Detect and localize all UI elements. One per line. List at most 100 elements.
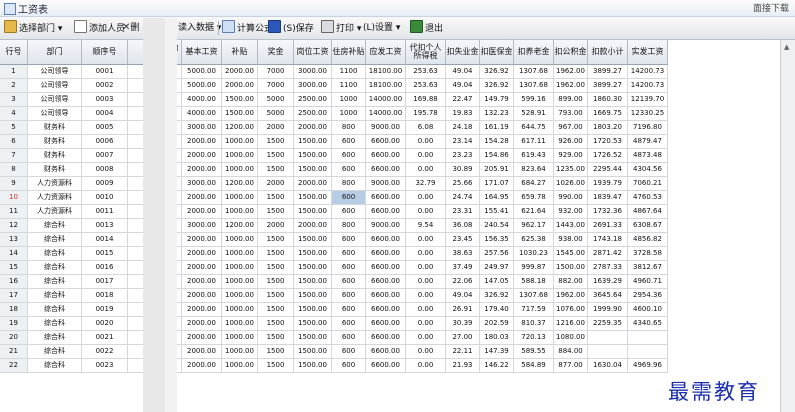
table-cell[interactable]: 1726.52 [588, 149, 628, 163]
table-cell[interactable]: 2000.00 [182, 191, 222, 205]
table-cell[interactable]: 600 [332, 303, 366, 317]
column-header[interactable]: 部门 [28, 40, 82, 65]
table-cell[interactable]: 684.27 [514, 177, 554, 191]
table-cell[interactable]: 195.78 [406, 107, 446, 121]
delete-button[interactable]: ✕删 [122, 20, 139, 36]
table-cell[interactable]: 1000.00 [222, 191, 258, 205]
table-cell[interactable]: 22.06 [446, 275, 480, 289]
table-cell[interactable]: 综合科 [28, 289, 82, 303]
table-cell[interactable]: 1500.00 [294, 163, 332, 177]
table-cell[interactable]: 6308.67 [628, 219, 668, 233]
table-cell[interactable]: 600 [332, 191, 366, 205]
column-header[interactable]: 实发工资 [628, 40, 668, 65]
table-cell[interactable]: 619.43 [514, 149, 554, 163]
table-cell[interactable]: 12139.70 [628, 93, 668, 107]
table-cell[interactable]: 1000.00 [222, 331, 258, 345]
table-cell[interactable]: 30.89 [446, 163, 480, 177]
table-cell[interactable]: 0.00 [406, 205, 446, 219]
table-cell[interactable]: 1500.00 [294, 233, 332, 247]
table-cell[interactable]: 综合科 [28, 275, 82, 289]
table-cell[interactable]: 14000.00 [366, 107, 406, 121]
table-cell[interactable]: 0.00 [406, 247, 446, 261]
column-header[interactable]: 扣养老金 [514, 40, 554, 65]
table-cell[interactable]: 21.93 [446, 359, 480, 373]
column-header[interactable]: 补贴 [222, 40, 258, 65]
table-cell[interactable]: 2000.00 [294, 177, 332, 191]
table-cell[interactable]: 926.00 [554, 135, 588, 149]
table-cell[interactable]: 23.23 [446, 149, 480, 163]
table-cell[interactable]: 1962.00 [554, 79, 588, 93]
table-cell[interactable]: 0.00 [406, 331, 446, 345]
table-cell[interactable]: 249.97 [480, 261, 514, 275]
table-cell[interactable]: 综合科 [28, 317, 82, 331]
table-cell[interactable]: 717.59 [514, 303, 554, 317]
table-cell[interactable]: 14200.73 [628, 65, 668, 79]
table-cell[interactable]: 621.64 [514, 205, 554, 219]
table-cell[interactable]: 1500 [258, 191, 294, 205]
table-cell[interactable]: 1000.00 [222, 275, 258, 289]
table-cell[interactable]: 1545.00 [554, 247, 588, 261]
table-cell[interactable]: 600 [332, 261, 366, 275]
table-cell[interactable]: 1669.75 [588, 107, 628, 121]
column-header[interactable]: 行号 [0, 40, 28, 65]
table-cell[interactable]: 1999.90 [588, 303, 628, 317]
column-header[interactable]: 扣公积金 [554, 40, 588, 65]
table-cell[interactable]: 962.17 [514, 219, 554, 233]
table-cell[interactable]: 0020 [82, 317, 128, 331]
table-cell[interactable]: 6600.00 [366, 191, 406, 205]
table-cell[interactable]: 23.31 [446, 205, 480, 219]
table-cell[interactable]: 3645.64 [588, 289, 628, 303]
table-cell[interactable]: 600 [332, 331, 366, 345]
row-number-cell[interactable]: 11 [0, 205, 28, 219]
row-number-cell[interactable]: 16 [0, 275, 28, 289]
table-cell[interactable]: 1000.00 [222, 247, 258, 261]
table-cell[interactable]: 967.00 [554, 121, 588, 135]
table-cell[interactable]: 综合科 [28, 233, 82, 247]
table-cell[interactable] [128, 331, 144, 345]
table-cell[interactable]: 1500 [258, 345, 294, 359]
table-cell[interactable]: 1216.00 [554, 317, 588, 331]
table-cell[interactable]: 4856.82 [628, 233, 668, 247]
table-cell[interactable] [128, 65, 144, 79]
table-cell[interactable]: 1500 [258, 149, 294, 163]
table-cell[interactable]: 1500 [258, 317, 294, 331]
table-cell[interactable]: 0.00 [406, 345, 446, 359]
table-cell[interactable] [588, 345, 628, 359]
row-number-cell[interactable]: 20 [0, 331, 28, 345]
table-cell[interactable]: 2000.00 [294, 121, 332, 135]
table-cell[interactable]: 1000.00 [222, 149, 258, 163]
table-cell[interactable]: 600 [332, 275, 366, 289]
table-cell[interactable]: 0.00 [406, 149, 446, 163]
table-cell[interactable]: 5000.00 [182, 79, 222, 93]
table-cell[interactable]: 2000.00 [222, 65, 258, 79]
row-number-cell[interactable]: 6 [0, 135, 28, 149]
table-cell[interactable]: 1030.23 [514, 247, 554, 261]
table-cell[interactable]: 588.18 [514, 275, 554, 289]
table-cell[interactable]: 4960.71 [628, 275, 668, 289]
row-number-cell[interactable]: 18 [0, 303, 28, 317]
table-cell[interactable]: 7000 [258, 79, 294, 93]
table-cell[interactable]: 2500.00 [294, 93, 332, 107]
table-cell[interactable] [128, 121, 144, 135]
table-cell[interactable]: 6600.00 [366, 317, 406, 331]
table-cell[interactable]: 877.00 [554, 359, 588, 373]
table-cell[interactable]: 1000.00 [222, 303, 258, 317]
table-cell[interactable]: 3000.00 [182, 177, 222, 191]
table-cell[interactable]: 1000.00 [222, 205, 258, 219]
table-cell[interactable]: 1500.00 [294, 205, 332, 219]
table-cell[interactable] [128, 163, 144, 177]
table-cell[interactable]: 1962.00 [554, 65, 588, 79]
table-cell[interactable]: 932.00 [554, 205, 588, 219]
table-cell[interactable]: 1000.00 [222, 317, 258, 331]
table-cell[interactable]: 1500.00 [294, 275, 332, 289]
table-cell[interactable]: 3000.00 [182, 121, 222, 135]
table-cell[interactable]: 600 [332, 317, 366, 331]
calc-formula-button[interactable]: 计算公式 [222, 20, 273, 36]
table-cell[interactable]: 1026.00 [554, 177, 588, 191]
table-cell[interactable]: 1500 [258, 205, 294, 219]
table-cell[interactable]: 1500.00 [294, 289, 332, 303]
table-cell[interactable]: 600 [332, 149, 366, 163]
table-cell[interactable] [128, 177, 144, 191]
table-cell[interactable]: 36.08 [446, 219, 480, 233]
table-cell[interactable]: 0019 [82, 303, 128, 317]
